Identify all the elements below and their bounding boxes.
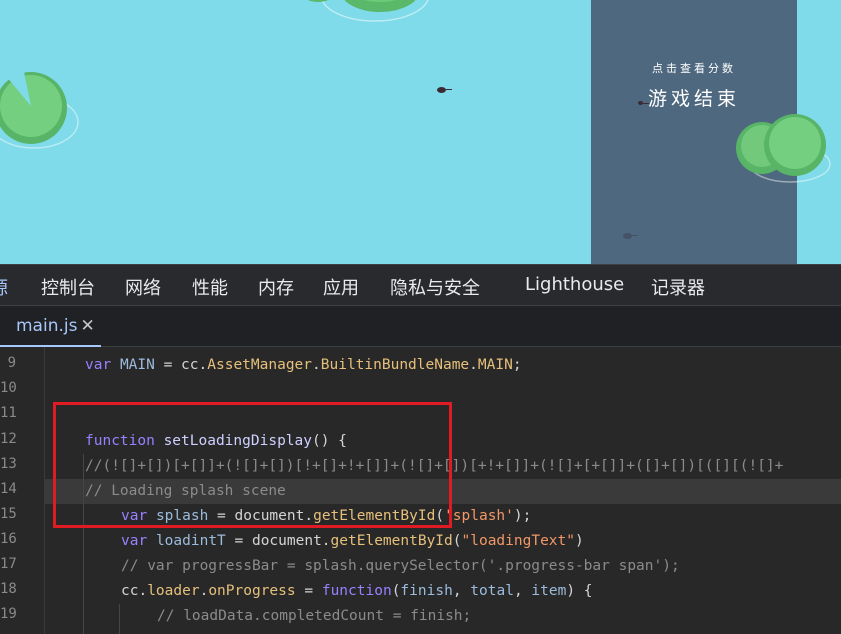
code-line: // loadData.completedCount = finish; bbox=[157, 608, 472, 624]
line-number: 16 bbox=[0, 531, 17, 547]
tab-performance[interactable]: 性能 bbox=[192, 274, 228, 300]
tab-recorder[interactable]: 记录器 bbox=[651, 274, 705, 300]
indent-guide bbox=[119, 604, 120, 634]
line-number: 17 bbox=[0, 556, 17, 572]
file-tab-main-js[interactable]: main.js ✕ bbox=[0, 306, 101, 347]
line-number: 19 bbox=[0, 606, 17, 622]
tab-console[interactable]: 控制台 bbox=[41, 274, 95, 300]
line-number: 14 bbox=[0, 481, 17, 497]
tab-privacy-security[interactable]: 隐私与安全 bbox=[390, 274, 480, 300]
file-tab-label: main.js bbox=[16, 316, 78, 336]
line-number: 9 bbox=[7, 355, 16, 371]
line-number: 11 bbox=[0, 405, 17, 421]
tab-lighthouse[interactable]: Lighthouse bbox=[525, 274, 624, 295]
code-line: // var progressBar = splash.querySelecto… bbox=[121, 558, 680, 574]
line-number: 15 bbox=[0, 506, 17, 522]
view-score-hint[interactable]: 点击查看分数 bbox=[591, 60, 797, 76]
tab-network[interactable]: 网络 bbox=[125, 274, 161, 300]
game-canvas[interactable]: 点击查看分数 游戏结束 bbox=[0, 0, 841, 264]
line-number: 12 bbox=[0, 431, 17, 447]
code-line: var MAIN = cc.AssetManager.BuiltinBundle… bbox=[85, 357, 522, 373]
line-number-gutter: 9 10 11 12 13 14 15 16 17 18 19 bbox=[0, 347, 45, 634]
line-number: 13 bbox=[0, 456, 17, 472]
lily-pad-right bbox=[736, 114, 831, 183]
tab-memory[interactable]: 内存 bbox=[258, 274, 294, 300]
lily-pad-left bbox=[0, 72, 79, 149]
code-editor[interactable]: 9 10 11 12 13 14 15 16 17 18 19 var MAIN… bbox=[0, 347, 841, 634]
close-icon[interactable]: ✕ bbox=[80, 316, 94, 336]
lily-pad-top bbox=[308, 0, 429, 22]
tab-application[interactable]: 应用 bbox=[323, 274, 359, 300]
game-over-title: 游戏结束 bbox=[647, 88, 740, 110]
editor-file-tabs: main.js ✕ bbox=[0, 306, 841, 347]
code-line: var loadintT = document.getElementById("… bbox=[121, 533, 584, 549]
tab-sources[interactable]: 源 bbox=[0, 274, 8, 300]
annotation-highlight-box bbox=[53, 402, 452, 528]
line-number: 18 bbox=[0, 581, 17, 597]
line-number: 10 bbox=[0, 380, 17, 396]
water-bug-3 bbox=[638, 101, 649, 105]
code-line: cc.loader.onProgress = function(finish, … bbox=[121, 583, 593, 599]
water-bug-1 bbox=[437, 87, 452, 93]
devtools-tabbar: 源 控制台 网络 性能 内存 应用 隐私与安全 Lighthouse 记录器 bbox=[0, 264, 841, 306]
